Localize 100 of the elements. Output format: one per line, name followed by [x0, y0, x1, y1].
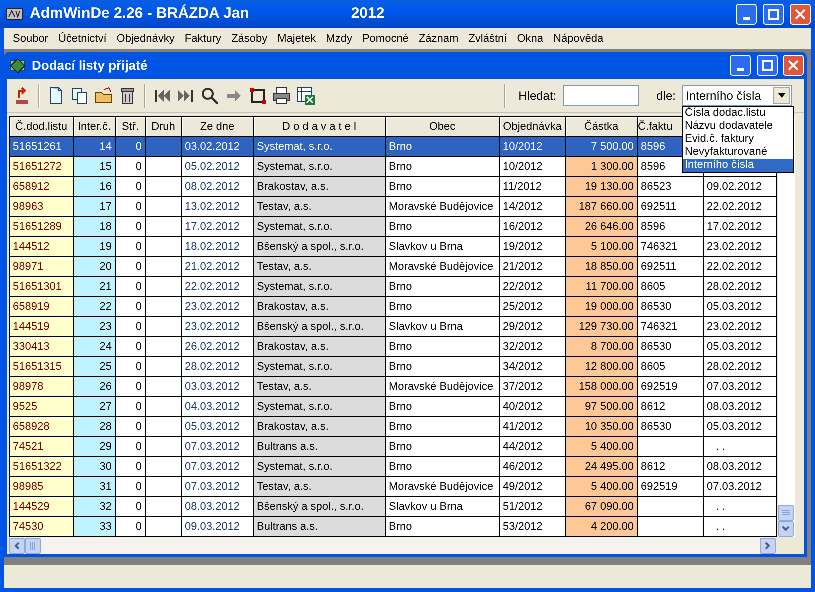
table-cell: 0: [116, 436, 146, 457]
table-row[interactable]: 658912 16 0 08.02.2012 Brakostav, a.s. Brno 11/2012 19 130.00 86523 09.02.2012: [10, 176, 776, 197]
table-cell: 746321: [638, 236, 704, 257]
table-row[interactable]: 98978 26 0 03.03.2012 Testav, a.s. Moravské Budějovice 37/2012 158 000.00 692519 07.03.2012: [10, 376, 776, 397]
menu-item[interactable]: Majetek: [272, 30, 322, 48]
table-row[interactable]: 658919 22 0 23.02.2012 Brakostav, a.s. Brno 25/2012 19 000.00 86530 05.03.2012: [10, 296, 776, 317]
table-row[interactable]: 98985 31 0 07.03.2012 Testav, a.s. Moravské Budějovice 49/2012 5 400.00 692519 07.03.2012: [10, 476, 776, 497]
table-cell: 97 500.00: [566, 396, 638, 417]
table-cell: 09.03.2012: [182, 516, 254, 537]
minimize-button[interactable]: [730, 55, 751, 76]
dropdown-arrow-icon: [778, 93, 786, 98]
table-row[interactable]: 658928 28 0 05.03.2012 Brakostav, a.s. Brno 41/2012 10 350.00 86530 05.03.2012: [10, 416, 776, 437]
menu-item[interactable]: Faktury: [180, 30, 227, 48]
table-cell: 12 800.00: [566, 356, 638, 377]
minimize-button[interactable]: [736, 4, 757, 25]
scroll-down-button[interactable]: [778, 521, 794, 538]
table-row[interactable]: 74521 29 0 07.03.2012 Bultrans a.s. Brno 44/2012 5 400.00 . .: [10, 436, 776, 457]
scrollbar-thumb[interactable]: [25, 538, 41, 554]
scrollbar-thumb[interactable]: [778, 505, 794, 522]
table-cell: 51651272: [10, 156, 74, 177]
table-row[interactable]: 51651322 30 0 07.03.2012 Systemat, s.r.o. Brno 46/2012 24 495.00 8612 08.03.2012: [10, 456, 776, 477]
table-row[interactable]: 51651289 18 0 17.02.2012 Systemat, s.r.o. Brno 16/2012 26 646.00 8596 17.02.2012: [10, 216, 776, 237]
table-cell: 67 090.00: [566, 496, 638, 517]
table-row[interactable]: 330413 24 0 26.02.2012 Brakostav, a.s. Brno 32/2012 8 700.00 86530 05.03.2012: [10, 336, 776, 357]
table-cell: Slavkov u Brna: [386, 316, 500, 337]
menu-item[interactable]: Nápověda: [548, 30, 609, 48]
column-header[interactable]: Ze dne: [182, 116, 254, 137]
scroll-left-button[interactable]: [9, 538, 25, 554]
table-cell: Brno: [386, 416, 500, 437]
table-cell: 21/2012: [500, 256, 566, 277]
table-cell: 11/2012: [500, 176, 566, 197]
table-cell: Testav, a.s.: [254, 196, 386, 217]
table-cell: 15: [74, 156, 116, 177]
toolbar-button[interactable]: [295, 84, 317, 107]
table-cell: 25: [74, 356, 116, 377]
table-cell: 51651301: [10, 276, 74, 297]
table-row[interactable]: 98971 20 0 21.02.2012 Testav, a.s. Moravské Budějovice 21/2012 18 850.00 692511 22.02.2012: [10, 256, 776, 277]
table-cell: 08.03.2012: [182, 496, 254, 517]
table-row[interactable]: 74530 33 0 09.03.2012 Bultrans a.s. Brno 53/2012 4 200.00 . .: [10, 516, 776, 537]
table-cell: 7 500.00: [566, 136, 638, 157]
close-button[interactable]: [783, 55, 804, 76]
table-cell: 18 850.00: [566, 256, 638, 277]
table-cell: 86530: [638, 336, 704, 357]
menu-item[interactable]: Zvláštní: [464, 30, 512, 48]
table-cell: 07.03.2012: [182, 476, 254, 497]
toolbar-button[interactable]: [271, 84, 293, 107]
menu-item[interactable]: Okna: [512, 30, 548, 48]
menu-item[interactable]: Záznam: [414, 30, 464, 48]
menu-item[interactable]: Účetnictví: [53, 30, 112, 48]
crop-frame-icon: [248, 86, 268, 106]
table-cell: 5 100.00: [566, 236, 638, 257]
table-cell: 33: [74, 516, 116, 537]
maximize-icon: [768, 8, 779, 20]
table-cell: 658912: [10, 176, 74, 197]
table-cell: 26: [74, 376, 116, 397]
table-cell: Slavkov u Brna: [386, 496, 500, 517]
menu-item[interactable]: Objednávky: [112, 30, 180, 48]
column-header[interactable]: Objednávka: [500, 116, 566, 137]
table-row[interactable]: 144519 23 0 23.02.2012 Bšenský a spol., s.r.o. Slavkov u Brna 29/2012 129 730.00 746321 23.02.2012: [10, 316, 776, 337]
table-cell: Brakostav, a.s.: [254, 336, 386, 357]
column-header[interactable]: Stř.: [116, 116, 146, 137]
menu-item[interactable]: Pomocné: [357, 30, 414, 48]
column-header[interactable]: Druh: [146, 116, 182, 137]
menu-item[interactable]: Soubor: [8, 30, 54, 48]
table-cell: 08.02.2012: [182, 176, 254, 197]
minimize-icon: [743, 16, 750, 20]
table-row[interactable]: 51651315 25 0 28.02.2012 Systemat, s.r.o. Brno 34/2012 12 800.00 8605 28.02.2012: [10, 356, 776, 377]
menu-item[interactable]: Zásoby: [226, 30, 273, 48]
table-cell: 86530: [638, 296, 704, 317]
table-row[interactable]: 144529 32 0 08.03.2012 Bšenský a spol., s.r.o. Slavkov u Brna 51/2012 67 090.00 . .: [10, 496, 776, 517]
menu-item[interactable]: Mzdy: [321, 30, 358, 48]
table-cell: 129 730.00: [566, 316, 638, 337]
column-header[interactable]: Částka: [566, 116, 638, 137]
close-button[interactable]: [790, 4, 811, 25]
table-cell: Bšenský a spol., s.r.o.: [254, 236, 386, 257]
table-cell: Bšenský a spol., s.r.o.: [254, 496, 386, 517]
column-header[interactable]: Č.dod.listu: [10, 116, 74, 137]
table-cell: Brno: [386, 356, 500, 377]
search-field[interactable]: [562, 85, 639, 106]
column-header[interactable]: Inter.č.: [74, 116, 116, 137]
column-header[interactable]: Obec: [386, 116, 500, 137]
table-cell: 4 200.00: [566, 516, 638, 537]
table-row[interactable]: 144512 19 0 18.02.2012 Bšenský a spol., s.r.o. Slavkov u Brna 19/2012 5 100.00 746321 23.02.2012: [10, 236, 776, 257]
table-row[interactable]: 51651301 21 0 22.02.2012 Systemat, s.r.o. Brno 22/2012 11 700.00 8605 28.02.2012: [10, 276, 776, 297]
table-cell: 746321: [638, 316, 704, 337]
dropdown-option[interactable]: Interního čísla: [683, 159, 793, 172]
table-cell: 09.02.2012: [704, 176, 776, 197]
scroll-right-button[interactable]: [760, 538, 776, 554]
table-cell: Slavkov u Brna: [386, 236, 500, 257]
search-by-dropdown[interactable]: Interního čísla: [682, 85, 792, 106]
table-cell: 0: [116, 316, 146, 337]
maximize-button[interactable]: [757, 55, 778, 76]
column-header[interactable]: D o d a v a t e l: [254, 116, 386, 137]
table-cell: 05.03.2012: [182, 416, 254, 437]
table-cell: 0: [116, 476, 146, 497]
table-cell: 144519: [10, 316, 74, 337]
table-cell: 32/2012: [500, 336, 566, 357]
table-row[interactable]: 98963 17 0 13.02.2012 Testav, a.s. Moravské Budějovice 14/2012 187 660.00 692511 22.02.2012: [10, 196, 776, 217]
table-row[interactable]: 9525 27 0 04.03.2012 Systemat, s.r.o. Brno 40/2012 97 500.00 8612 08.03.2012: [10, 396, 776, 417]
maximize-button[interactable]: [763, 4, 784, 25]
